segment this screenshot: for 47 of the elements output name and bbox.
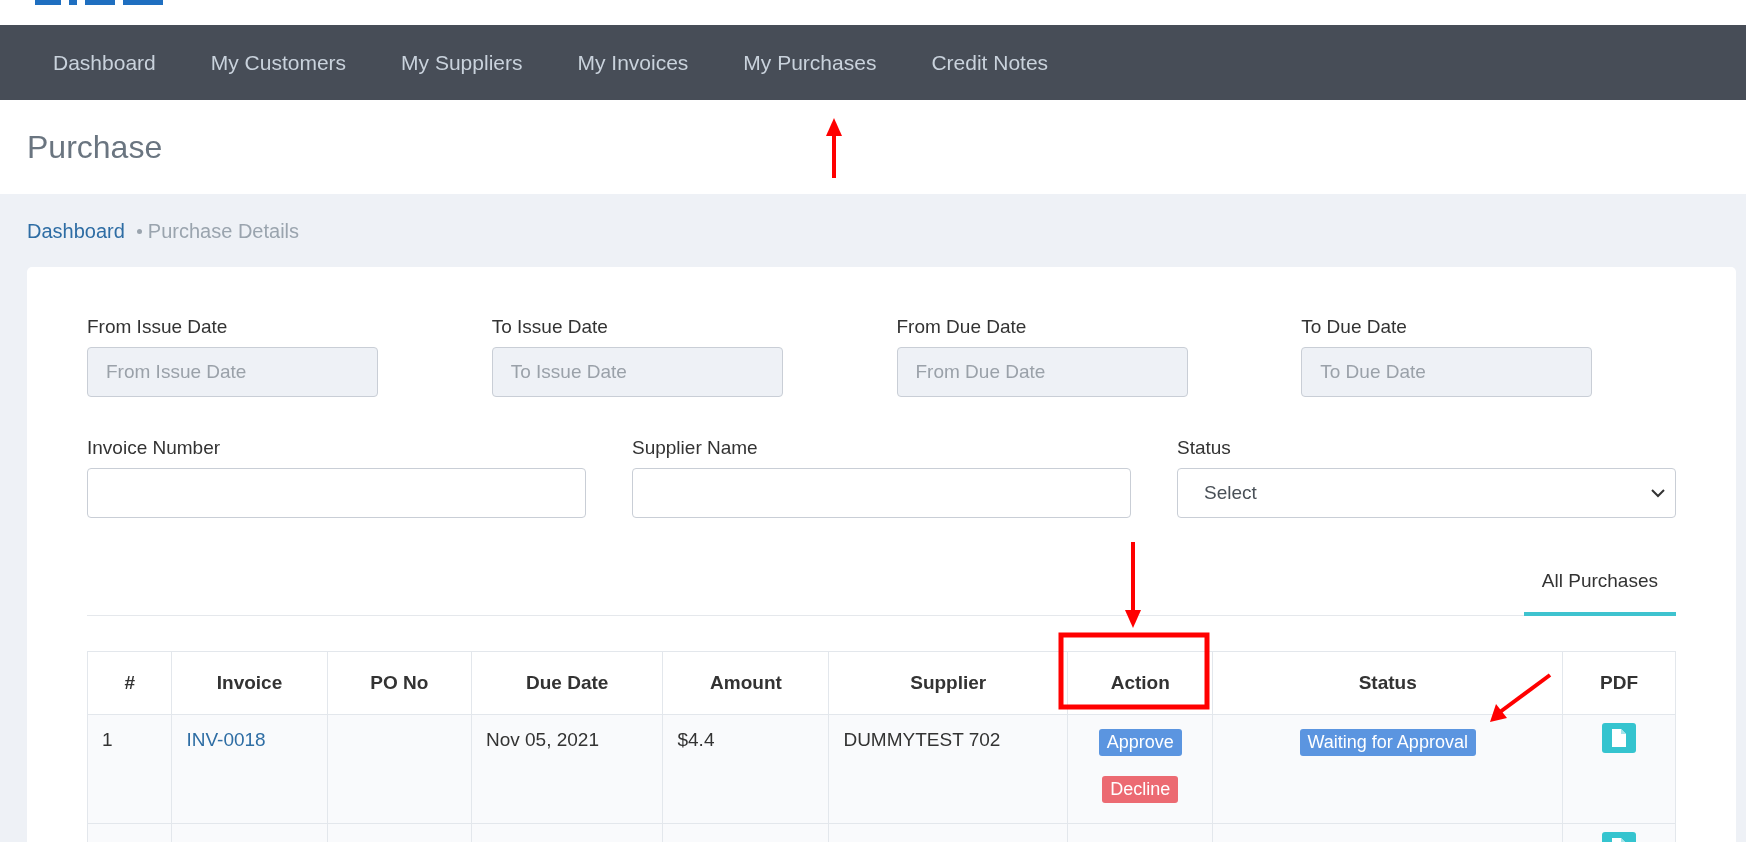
nav-link[interactable]: Credit Notes [931,50,1049,75]
breadcrumb-link[interactable]: Dashboard [27,219,125,243]
column-header: Invoice [171,651,328,715]
text-field[interactable] [632,468,1131,518]
chevron-down-icon [1651,488,1665,498]
date-field[interactable]: To Issue Date [491,347,783,397]
decline-button[interactable]: Decline [1102,776,1179,803]
table-cell: DUMMYTEST 702 [843,729,1001,750]
table-cell: Nov 05, 2021 [485,729,599,750]
nav-link[interactable]: My Purchases [743,50,877,75]
status-badge: Waiting for Approval [1299,729,1476,756]
separator-dot-icon [136,228,142,234]
column-header: Status [1212,651,1563,715]
invoice-link[interactable]: INV-0018 [186,729,266,750]
date-field[interactable]: From Issue Date [87,347,378,397]
column-header: Due Date [471,651,663,715]
page-title: Purchase [27,128,163,166]
column-header: # [87,651,172,715]
table-cell: 1 [102,729,113,750]
column-header: PO No [327,651,472,715]
field-label: From Issue Date [87,316,229,338]
text-field[interactable] [87,468,586,518]
annotation-arrow [1490,673,1552,722]
table-cell: $4.4 [677,729,715,750]
document-icon [1612,729,1626,747]
date-field[interactable]: From Due Date [896,347,1188,397]
field-label: To Due Date [1301,316,1408,338]
breadcrumb-current: Purchase Details [147,219,300,243]
column-header: Amount [662,651,829,715]
field-label: To Issue Date [491,316,609,338]
pdf-button[interactable] [1602,723,1636,753]
tab[interactable]: All Purchases [1523,552,1676,616]
status-dropdown[interactable]: Select [1177,468,1676,518]
nav-link[interactable]: My Customers [210,50,347,75]
field-label: Status [1177,437,1232,459]
nav-link[interactable]: Dashboard [53,50,156,75]
field-label: From Due Date [896,316,1028,338]
date-field[interactable]: To Due Date [1301,347,1593,397]
nav-link[interactable]: My Suppliers [401,50,523,75]
approve-button[interactable]: Approve [1098,729,1182,756]
field-label: Supplier Name [632,437,759,459]
nav-link[interactable]: My Invoices [577,50,689,75]
column-header: Action [1067,651,1213,715]
column-header: Supplier [828,651,1068,715]
annotation-arrow [826,118,842,178]
column-header: PDF [1562,651,1676,715]
field-label: Invoice Number [87,437,222,459]
